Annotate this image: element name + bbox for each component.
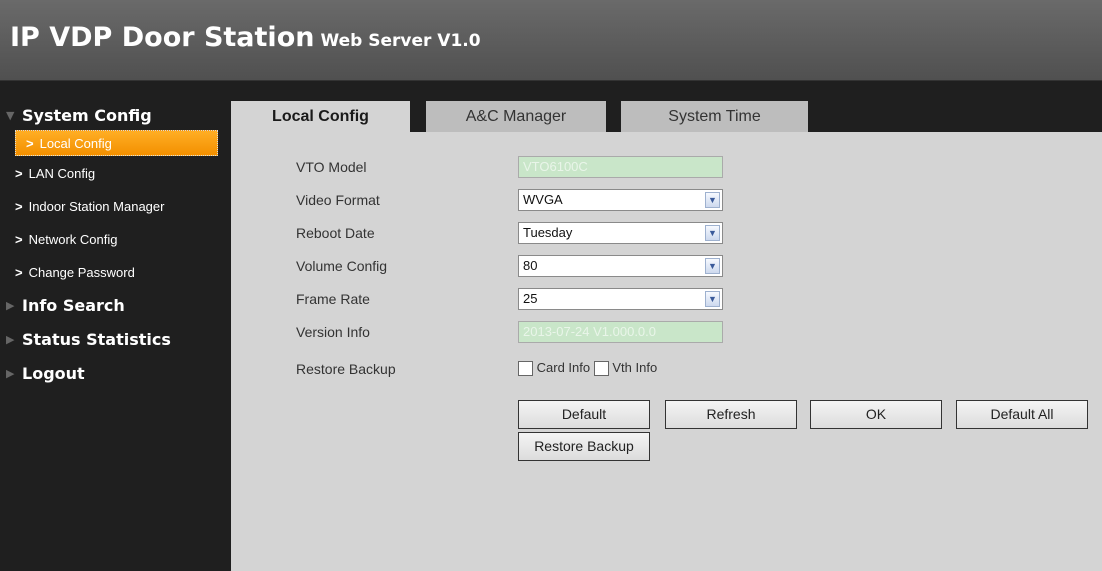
restore-backup-button[interactable]: Restore Backup: [518, 432, 650, 461]
tab-bar: Local Config A&C Manager System Time: [231, 98, 1102, 132]
card-info-checkbox[interactable]: [518, 361, 533, 377]
video-format-value: WVGA: [523, 192, 563, 207]
card-info-label: Card Info: [536, 360, 591, 375]
sidebar-item-label: LAN Config: [28, 166, 96, 181]
sidebar-group-system-config[interactable]: ▼ System Config: [0, 100, 231, 130]
reboot-date-value: Tuesday: [523, 225, 573, 240]
default-button[interactable]: Default: [518, 400, 650, 429]
default-all-button[interactable]: Default All: [956, 400, 1088, 429]
chevron-down-icon[interactable]: ▼: [705, 291, 720, 307]
restore-backup-options: Card Info Vth Info: [518, 360, 658, 377]
sidebar-group-label: Logout: [22, 364, 85, 383]
frame-rate-label: Frame Rate: [296, 291, 370, 307]
chevron-down-icon[interactable]: ▼: [705, 225, 720, 241]
version-info-field: 2013-07-24 V1.000.0.0: [518, 321, 723, 343]
restore-backup-label: Restore Backup: [296, 361, 396, 377]
version-info-label: Version Info: [296, 324, 370, 340]
sidebar-item-label: Local Config: [39, 136, 112, 151]
sidebar-item-indoor-station-manager[interactable]: > Indoor Station Manager: [0, 190, 231, 223]
sidebar-item-lan-config[interactable]: > LAN Config: [0, 157, 231, 190]
triangle-right-icon: ▶: [6, 299, 15, 312]
vto-model-field: VTO6100C: [518, 156, 723, 178]
vth-info-label: Vth Info: [612, 360, 658, 375]
sidebar-item-label: Change Password: [28, 265, 135, 280]
sidebar-group-status-statistics[interactable]: ▶ Status Statistics: [0, 323, 231, 357]
triangle-right-icon: ▶: [6, 333, 15, 346]
reboot-date-label: Reboot Date: [296, 225, 375, 241]
app-title-text: IP VDP Door Station: [10, 22, 315, 53]
chevron-right-icon: >: [15, 199, 23, 214]
sidebar-group-logout[interactable]: ▶ Logout: [0, 357, 231, 391]
volume-config-value: 80: [523, 258, 538, 273]
app-subtitle: Web Server V1.0: [320, 31, 481, 51]
refresh-button[interactable]: Refresh: [665, 400, 797, 429]
frame-rate-value: 25: [523, 291, 538, 306]
sidebar-item-change-password[interactable]: > Change Password: [0, 256, 231, 289]
sidebar-group-label: Info Search: [22, 296, 125, 315]
frame-rate-select[interactable]: 25 ▼: [518, 288, 723, 310]
sidebar-item-label: Indoor Station Manager: [28, 199, 165, 214]
vto-model-label: VTO Model: [296, 159, 367, 175]
ok-button[interactable]: OK: [810, 400, 942, 429]
sidebar-group-label: System Config: [22, 106, 152, 125]
chevron-down-icon[interactable]: ▼: [705, 258, 720, 274]
tab-system-time[interactable]: System Time: [621, 101, 808, 132]
tab-local-config[interactable]: Local Config: [231, 101, 410, 132]
volume-config-label: Volume Config: [296, 258, 388, 274]
triangle-right-icon: ▶: [6, 367, 15, 380]
chevron-right-icon: >: [15, 265, 23, 280]
reboot-date-select[interactable]: Tuesday ▼: [518, 222, 723, 244]
triangle-down-icon: ▼: [6, 109, 15, 122]
sidebar-item-network-config[interactable]: > Network Config: [0, 223, 231, 256]
video-format-label: Video Format: [296, 192, 380, 208]
chevron-right-icon: >: [15, 232, 23, 247]
sidebar: ▼ System Config > Local Config > LAN Confi…: [0, 98, 231, 571]
vth-info-checkbox[interactable]: [593, 361, 609, 377]
video-format-select[interactable]: WVGA ▼: [518, 189, 723, 211]
app-header: IP VDP Door Station Web Server V1.0: [0, 0, 1102, 81]
main-panel: Local Config A&C Manager System Time VTO…: [231, 98, 1102, 571]
app-title: IP VDP Door Station Web Server V1.0: [10, 22, 481, 53]
sidebar-group-label: Status Statistics: [22, 330, 171, 349]
chevron-down-icon[interactable]: ▼: [705, 192, 720, 208]
chevron-right-icon: >: [26, 136, 34, 151]
sidebar-item-label: Network Config: [28, 232, 118, 247]
tab-ac-manager[interactable]: A&C Manager: [426, 101, 606, 132]
sidebar-group-info-search[interactable]: ▶ Info Search: [0, 289, 231, 323]
volume-config-select[interactable]: 80 ▼: [518, 255, 723, 277]
chevron-right-icon: >: [15, 166, 23, 181]
sidebar-item-local-config[interactable]: > Local Config: [15, 130, 218, 156]
